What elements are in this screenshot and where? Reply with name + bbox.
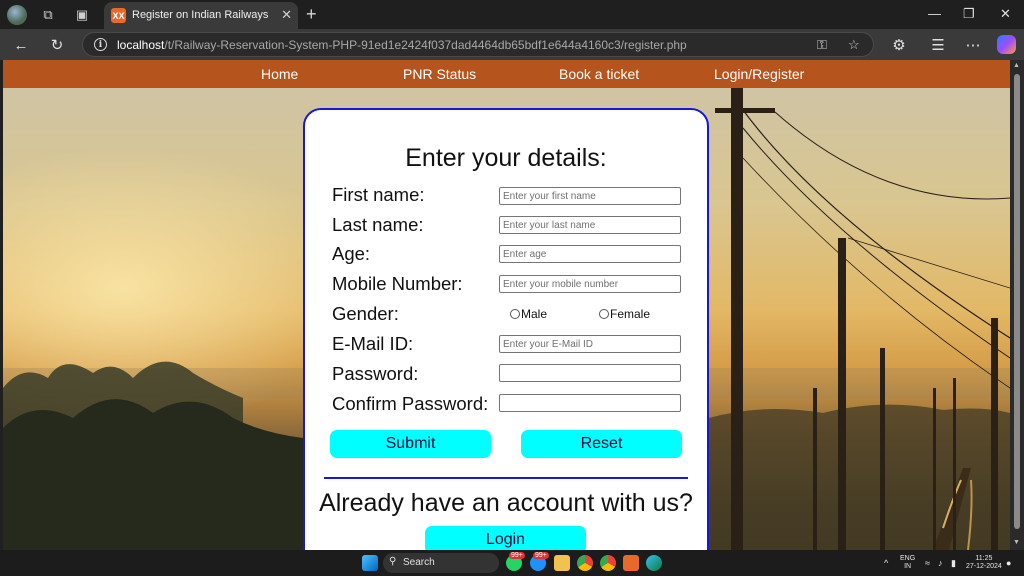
file-explorer-icon[interactable] — [554, 555, 570, 571]
scroll-up-icon[interactable]: ▲ — [1013, 62, 1020, 69]
wifi-icon[interactable]: ≈ — [925, 558, 930, 568]
first-name-input[interactable] — [499, 187, 681, 205]
page-scrollbar[interactable]: ▲ ▼ — [1010, 60, 1024, 550]
maximize-icon[interactable]: ❐ — [963, 6, 975, 22]
email-label: E-Mail ID: — [332, 333, 414, 354]
female-radio[interactable] — [599, 309, 609, 319]
window-close-icon[interactable]: ✕ — [1000, 6, 1011, 22]
chrome-profile-icon[interactable] — [600, 555, 616, 571]
browser-navbar: ← ↻ i localhost/t/Railway-Reservation-Sy… — [0, 29, 1024, 60]
xampp-icon[interactable] — [623, 555, 639, 571]
mobile-number-label: Mobile Number: — [332, 273, 463, 294]
notification-icon[interactable]: ● — [1006, 558, 1011, 568]
site-navbar: Home PNR Status Book a ticket Login/Regi… — [3, 60, 1010, 88]
profile-avatar[interactable] — [7, 5, 27, 25]
age-input[interactable] — [499, 245, 681, 263]
last-name-input[interactable] — [499, 216, 681, 234]
scroll-down-icon[interactable]: ▼ — [1013, 539, 1020, 546]
page-viewport: Home PNR Status Book a ticket Login/Regi… — [3, 60, 1010, 550]
info-icon[interactable]: i — [94, 38, 107, 51]
female-radio-label: Female — [610, 307, 651, 321]
account-question: Already have an account with us? — [319, 489, 693, 517]
more-icon[interactable]: ⋯ — [962, 34, 984, 56]
confirm-password-input[interactable] — [499, 394, 681, 412]
xampp-favicon: XX — [111, 8, 126, 23]
mobile-number-input[interactable] — [499, 275, 681, 293]
windows-taskbar: ⚲ Search 99+ 99+ ^ ENG IN ≈ ♪ ▮ 11:25 27-1… — [0, 550, 1024, 576]
copilot-icon[interactable] — [997, 35, 1016, 54]
star-icon[interactable]: ☆ — [848, 37, 860, 53]
gender-female-option[interactable]: Female — [599, 307, 650, 321]
tab-actions-icon[interactable]: ▣ — [72, 5, 92, 25]
password-input[interactable] — [499, 364, 681, 382]
confirm-password-label: Confirm Password: — [332, 393, 489, 414]
email-input[interactable] — [499, 335, 681, 353]
minimize-icon[interactable]: — — [928, 6, 941, 21]
password-label: Password: — [332, 363, 419, 384]
clock[interactable]: 11:25 27-12-2024 — [966, 555, 1002, 571]
edge-icon[interactable] — [646, 555, 662, 571]
close-icon[interactable]: ✕ — [281, 7, 292, 23]
chrome-icon[interactable] — [577, 555, 593, 571]
battery-icon[interactable]: ▮ — [951, 558, 956, 569]
plus-icon[interactable]: + — [306, 4, 317, 25]
gender-label: Gender: — [332, 303, 399, 324]
divider — [324, 477, 688, 479]
nav-book-ticket[interactable]: Book a ticket — [559, 66, 639, 82]
form-title: Enter your details: — [405, 144, 607, 172]
messenger-badge: 99+ — [533, 552, 549, 559]
volume-icon[interactable]: ♪ — [938, 558, 943, 568]
age-label: Age: — [332, 243, 371, 264]
back-icon[interactable]: ← — [10, 34, 32, 56]
browser-titlebar: ⧉ ▣ XX Register on Indian Railways ✕ + —… — [0, 0, 1024, 29]
taskbar-search[interactable]: ⚲ Search — [383, 553, 499, 573]
tab-title: Register on Indian Railways — [132, 9, 269, 21]
scroll-thumb[interactable] — [1014, 74, 1020, 529]
tray-chevron-icon[interactable]: ^ — [884, 558, 888, 568]
first-name-label: First name: — [332, 184, 425, 205]
nav-login-register[interactable]: Login/Register — [714, 66, 804, 82]
gender-male-option[interactable]: Male — [510, 307, 547, 321]
nav-pnr-status[interactable]: PNR Status — [403, 66, 476, 82]
refresh-icon[interactable]: ↻ — [46, 34, 68, 56]
last-name-label: Last name: — [332, 214, 424, 235]
address-bar[interactable]: i localhost/t/Railway-Reservation-System… — [82, 32, 874, 57]
url-text[interactable]: localhost/t/Railway-Reservation-System-P… — [117, 38, 687, 52]
language-indicator[interactable]: ENG IN — [900, 555, 915, 571]
nav-home[interactable]: Home — [261, 66, 298, 82]
search-icon: ⚲ — [389, 556, 397, 567]
submit-button[interactable]: Submit — [330, 430, 491, 458]
workspaces-icon[interactable]: ⧉ — [38, 5, 58, 25]
windows-start-icon[interactable] — [362, 555, 378, 571]
registration-card: Enter your details: First name: Last nam… — [303, 108, 709, 550]
key-icon[interactable]: ⚿ — [817, 37, 827, 53]
browser-tab[interactable]: XX Register on Indian Railways ✕ — [104, 2, 298, 29]
login-button[interactable]: Login — [425, 526, 586, 550]
reset-button[interactable]: Reset — [521, 430, 682, 458]
male-radio[interactable] — [510, 309, 520, 319]
extensions-icon[interactable]: ⚙ — [888, 34, 910, 56]
favorites-icon[interactable]: ☰ — [927, 34, 949, 56]
whatsapp-badge: 99+ — [509, 552, 525, 559]
male-radio-label: Male — [521, 307, 548, 321]
taskbar-search-label: Search — [403, 557, 435, 568]
